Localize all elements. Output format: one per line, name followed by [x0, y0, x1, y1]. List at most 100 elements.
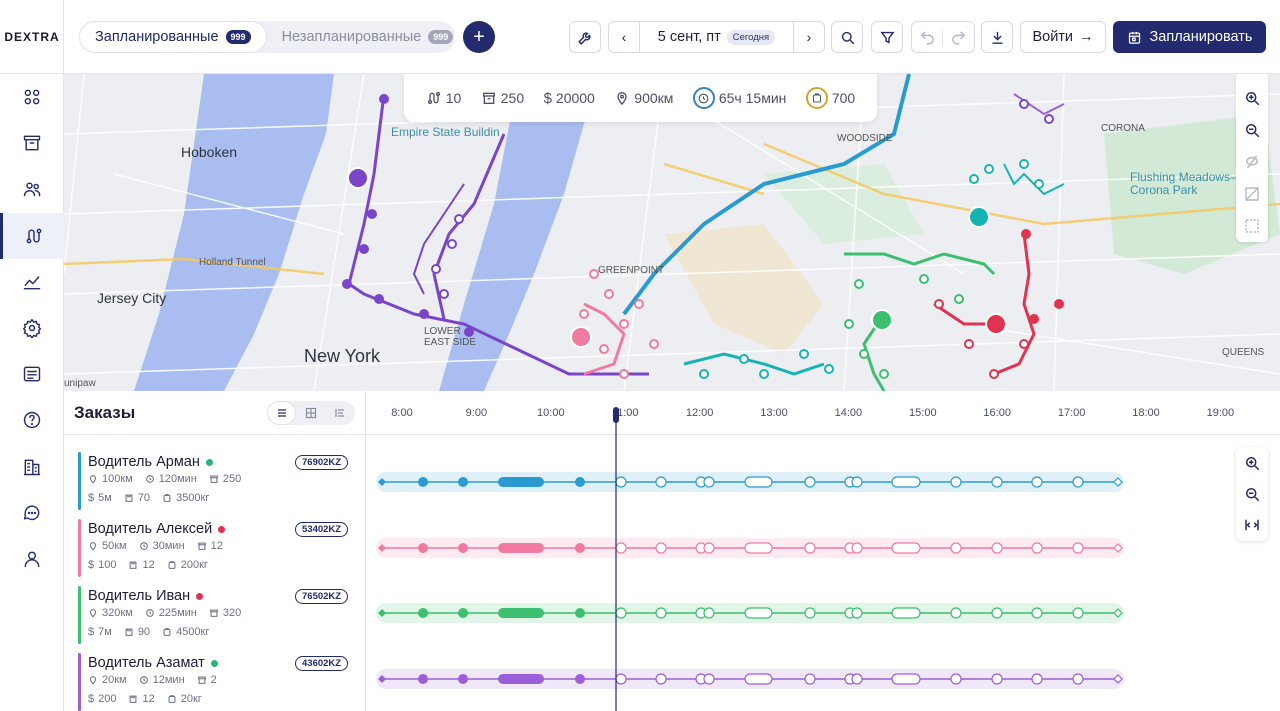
sidebar-item-routes[interactable] — [0, 213, 64, 259]
map-select-area-button[interactable] — [1236, 210, 1268, 242]
map-zoom-in-button[interactable] — [1236, 82, 1268, 114]
stop-completed[interactable] — [575, 477, 585, 487]
map[interactable]: New York Hoboken Jersey City Empire Stat… — [64, 74, 1280, 391]
stop-planned-long[interactable] — [744, 673, 773, 685]
stop-planned-long[interactable] — [891, 673, 921, 685]
stop-planned[interactable] — [703, 607, 715, 619]
timeline-track[interactable] — [376, 669, 1124, 689]
stop-planned[interactable] — [615, 476, 627, 488]
stop-planned[interactable] — [804, 476, 816, 488]
timeline-zoom-out-button[interactable] — [1236, 478, 1268, 509]
stop-completed-long[interactable] — [498, 674, 544, 684]
driver-row[interactable]: Водитель Алексей 53402KZ 50км 30мин 12 $100 12… — [64, 511, 366, 578]
filter-button[interactable] — [871, 21, 903, 53]
stop-planned[interactable] — [1072, 542, 1084, 554]
stop-completed[interactable] — [458, 477, 468, 487]
prev-day-button[interactable]: ‹ — [609, 22, 640, 52]
stop-planned[interactable] — [804, 673, 816, 685]
sidebar-item-settings[interactable] — [0, 305, 64, 351]
stop-planned[interactable] — [703, 542, 715, 554]
stop-planned[interactable] — [1072, 476, 1084, 488]
sidebar-item-analytics[interactable] — [0, 259, 64, 305]
stop-planned[interactable] — [703, 476, 715, 488]
stop-completed[interactable] — [575, 608, 585, 618]
view-table-button[interactable] — [296, 401, 325, 425]
stop-completed[interactable] — [575, 543, 585, 553]
stop-planned-long[interactable] — [744, 542, 773, 554]
stop-planned-long[interactable] — [891, 476, 921, 488]
driver-row[interactable]: Водитель Азамат 43602KZ 20км 12мин 2 $200 12 20… — [64, 645, 366, 711]
stop-planned[interactable] — [950, 542, 962, 554]
current-time-handle[interactable] — [613, 407, 619, 423]
stop-planned[interactable] — [950, 607, 962, 619]
stop-completed-long[interactable] — [498, 477, 544, 487]
sidebar-item-users[interactable] — [0, 166, 64, 212]
sidebar-item-help[interactable] — [0, 397, 64, 443]
timeline-fit-button[interactable] — [1236, 509, 1268, 540]
tab-unscheduled[interactable]: Незапланированные 999 — [267, 21, 469, 53]
login-button[interactable]: Войти → — [1020, 21, 1106, 53]
next-day-button[interactable]: › — [793, 22, 824, 52]
tab-scheduled[interactable]: Запланированные 999 — [79, 21, 267, 53]
date-display[interactable]: 5 сент, пт Сегодня — [640, 29, 793, 45]
search-button[interactable] — [831, 21, 863, 53]
stop-planned[interactable] — [1031, 542, 1043, 554]
stop-completed[interactable] — [418, 674, 428, 684]
stop-planned[interactable] — [655, 476, 667, 488]
stop-planned[interactable] — [655, 673, 667, 685]
stop-planned-long[interactable] — [891, 607, 921, 619]
stop-completed[interactable] — [458, 674, 468, 684]
timeline-zoom-in-button[interactable] — [1236, 447, 1268, 478]
stop-planned[interactable] — [615, 673, 627, 685]
stop-planned[interactable] — [1072, 607, 1084, 619]
stop-completed[interactable] — [418, 543, 428, 553]
map-zoom-out-button[interactable] — [1236, 114, 1268, 146]
map-lasso-button[interactable] — [1236, 146, 1268, 178]
schedule-button[interactable]: Запланировать — [1113, 21, 1266, 53]
stop-planned[interactable] — [991, 607, 1003, 619]
stop-completed[interactable] — [458, 543, 468, 553]
stop-planned[interactable] — [655, 542, 667, 554]
stop-planned[interactable] — [991, 476, 1003, 488]
stop-planned[interactable] — [1031, 476, 1043, 488]
driver-row[interactable]: Водитель Иван 76502KZ 320км 225мин 320 $7м 90 4… — [64, 578, 366, 645]
redo-button[interactable] — [943, 29, 974, 46]
stop-completed-long[interactable] — [498, 543, 544, 553]
stop-planned[interactable] — [991, 673, 1003, 685]
sidebar-item-list[interactable] — [0, 351, 64, 397]
stop-planned[interactable] — [804, 542, 816, 554]
map-draw-button[interactable] — [1236, 178, 1268, 210]
stop-completed[interactable] — [418, 608, 428, 618]
stop-planned[interactable] — [851, 673, 863, 685]
stop-planned[interactable] — [851, 476, 863, 488]
stop-planned[interactable] — [615, 607, 627, 619]
sidebar-item-profile[interactable] — [0, 536, 64, 582]
stop-planned[interactable] — [655, 607, 667, 619]
timeline-track[interactable] — [376, 603, 1124, 623]
undo-button[interactable] — [912, 28, 944, 46]
driver-row[interactable]: Водитель Арман 76902KZ 100км 120мин 250 $5м 70… — [64, 444, 366, 511]
timeline-track[interactable] — [376, 538, 1124, 558]
sidebar-item-archive[interactable] — [0, 120, 64, 166]
sidebar-item-buildings[interactable] — [0, 444, 64, 490]
stop-planned-long[interactable] — [744, 607, 773, 619]
view-list-button[interactable] — [267, 401, 296, 425]
stop-planned[interactable] — [851, 607, 863, 619]
stop-planned[interactable] — [851, 542, 863, 554]
view-timeline-button[interactable] — [325, 401, 354, 425]
stop-planned-long[interactable] — [891, 542, 921, 554]
timeline-track[interactable] — [376, 472, 1124, 492]
stop-planned[interactable] — [615, 542, 627, 554]
tools-button[interactable] — [569, 21, 601, 53]
stop-planned[interactable] — [991, 542, 1003, 554]
stop-completed-long[interactable] — [498, 608, 544, 618]
stop-completed[interactable] — [575, 674, 585, 684]
download-button[interactable] — [981, 21, 1013, 53]
stop-planned[interactable] — [1031, 673, 1043, 685]
sidebar-item-dashboard[interactable] — [0, 74, 64, 120]
stop-completed[interactable] — [418, 477, 428, 487]
stop-planned-long[interactable] — [744, 476, 773, 488]
stop-planned[interactable] — [703, 673, 715, 685]
stop-planned[interactable] — [804, 607, 816, 619]
add-order-button[interactable]: + — [463, 21, 495, 53]
